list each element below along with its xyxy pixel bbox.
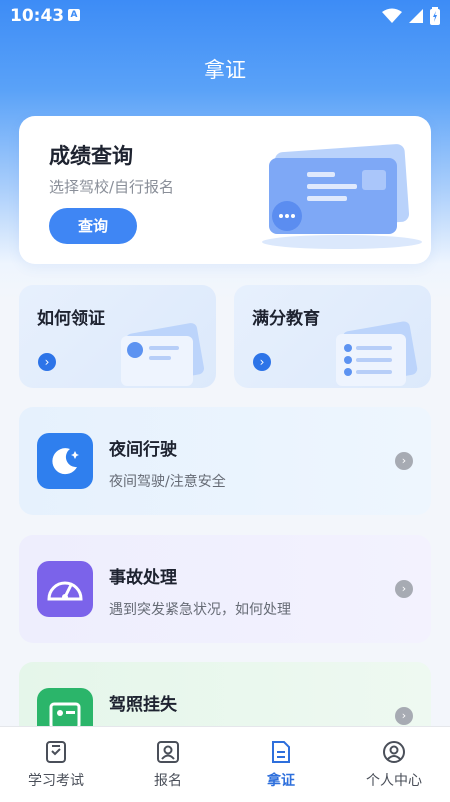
enroll-icon — [157, 741, 179, 763]
education-card-illustration — [336, 321, 418, 386]
chevron-right-icon[interactable]: › — [395, 580, 413, 598]
chevron-right-icon[interactable]: › — [395, 452, 413, 470]
tab-label: 个人中心 — [366, 773, 422, 789]
score-card-title: 成绩查询 — [49, 144, 133, 168]
list-item-desc: 夜间驾驶/注意安全 — [109, 474, 226, 490]
wifi-icon — [382, 8, 402, 23]
tab-label: 报名 — [154, 773, 182, 789]
tab-study-exam[interactable]: 学习考试 — [0, 739, 112, 790]
list-item-title: 驾照挂失 — [109, 695, 177, 715]
list-item-title: 夜间行驶 — [109, 440, 177, 460]
list-item-desc: 遇到突发紧急状况，如何处理 — [109, 602, 291, 618]
query-button[interactable]: 查询 — [49, 208, 137, 244]
status-icons — [382, 7, 440, 25]
quick-card-get-license[interactable]: 如何领证 › — [19, 285, 216, 388]
tab-label: 学习考试 — [28, 773, 84, 789]
tab-label: 拿证 — [267, 773, 295, 789]
signal-icon — [409, 9, 423, 23]
bottom-tab-bar: 学习考试 报名 拿证 个人中心 — [0, 726, 450, 802]
battery-icon — [430, 7, 440, 25]
moon-icon — [37, 433, 93, 489]
score-query-card[interactable]: 成绩查询 选择驾校/自行报名 查询 — [19, 116, 431, 264]
quick-card-label: 如何领证 — [37, 309, 105, 329]
tab-enroll[interactable]: 报名 — [112, 739, 224, 790]
arrow-right-icon[interactable]: › — [253, 353, 271, 371]
quick-card-full-score-education[interactable]: 满分教育 › — [234, 285, 431, 388]
notification-badge: A — [68, 9, 80, 21]
list-item-accident-handling[interactable]: 事故处理 遇到突发紧急状况，如何处理 › — [19, 535, 431, 643]
quick-card-label: 满分教育 — [252, 309, 320, 329]
certificate-icon — [272, 741, 290, 763]
list-item-night-driving[interactable]: 夜间行驶 夜间驾驶/注意安全 › — [19, 407, 431, 515]
gauge-icon — [37, 561, 93, 617]
list-item-title: 事故处理 — [109, 568, 177, 588]
score-card-illustration — [262, 144, 422, 249]
tab-personal-center[interactable]: 个人中心 — [338, 739, 450, 790]
arrow-right-icon[interactable]: › — [38, 353, 56, 371]
tab-get-certificate[interactable]: 拿证 — [225, 739, 337, 790]
profile-icon — [383, 741, 405, 763]
license-card-illustration — [121, 323, 205, 386]
status-bar: 10:43 A — [0, 0, 450, 32]
score-card-subtitle: 选择驾校/自行报名 — [49, 178, 175, 196]
page-title: 拿证 — [204, 58, 246, 82]
status-time: 10:43 — [10, 6, 65, 26]
chevron-right-icon[interactable]: › — [395, 707, 413, 725]
study-icon — [46, 741, 66, 763]
